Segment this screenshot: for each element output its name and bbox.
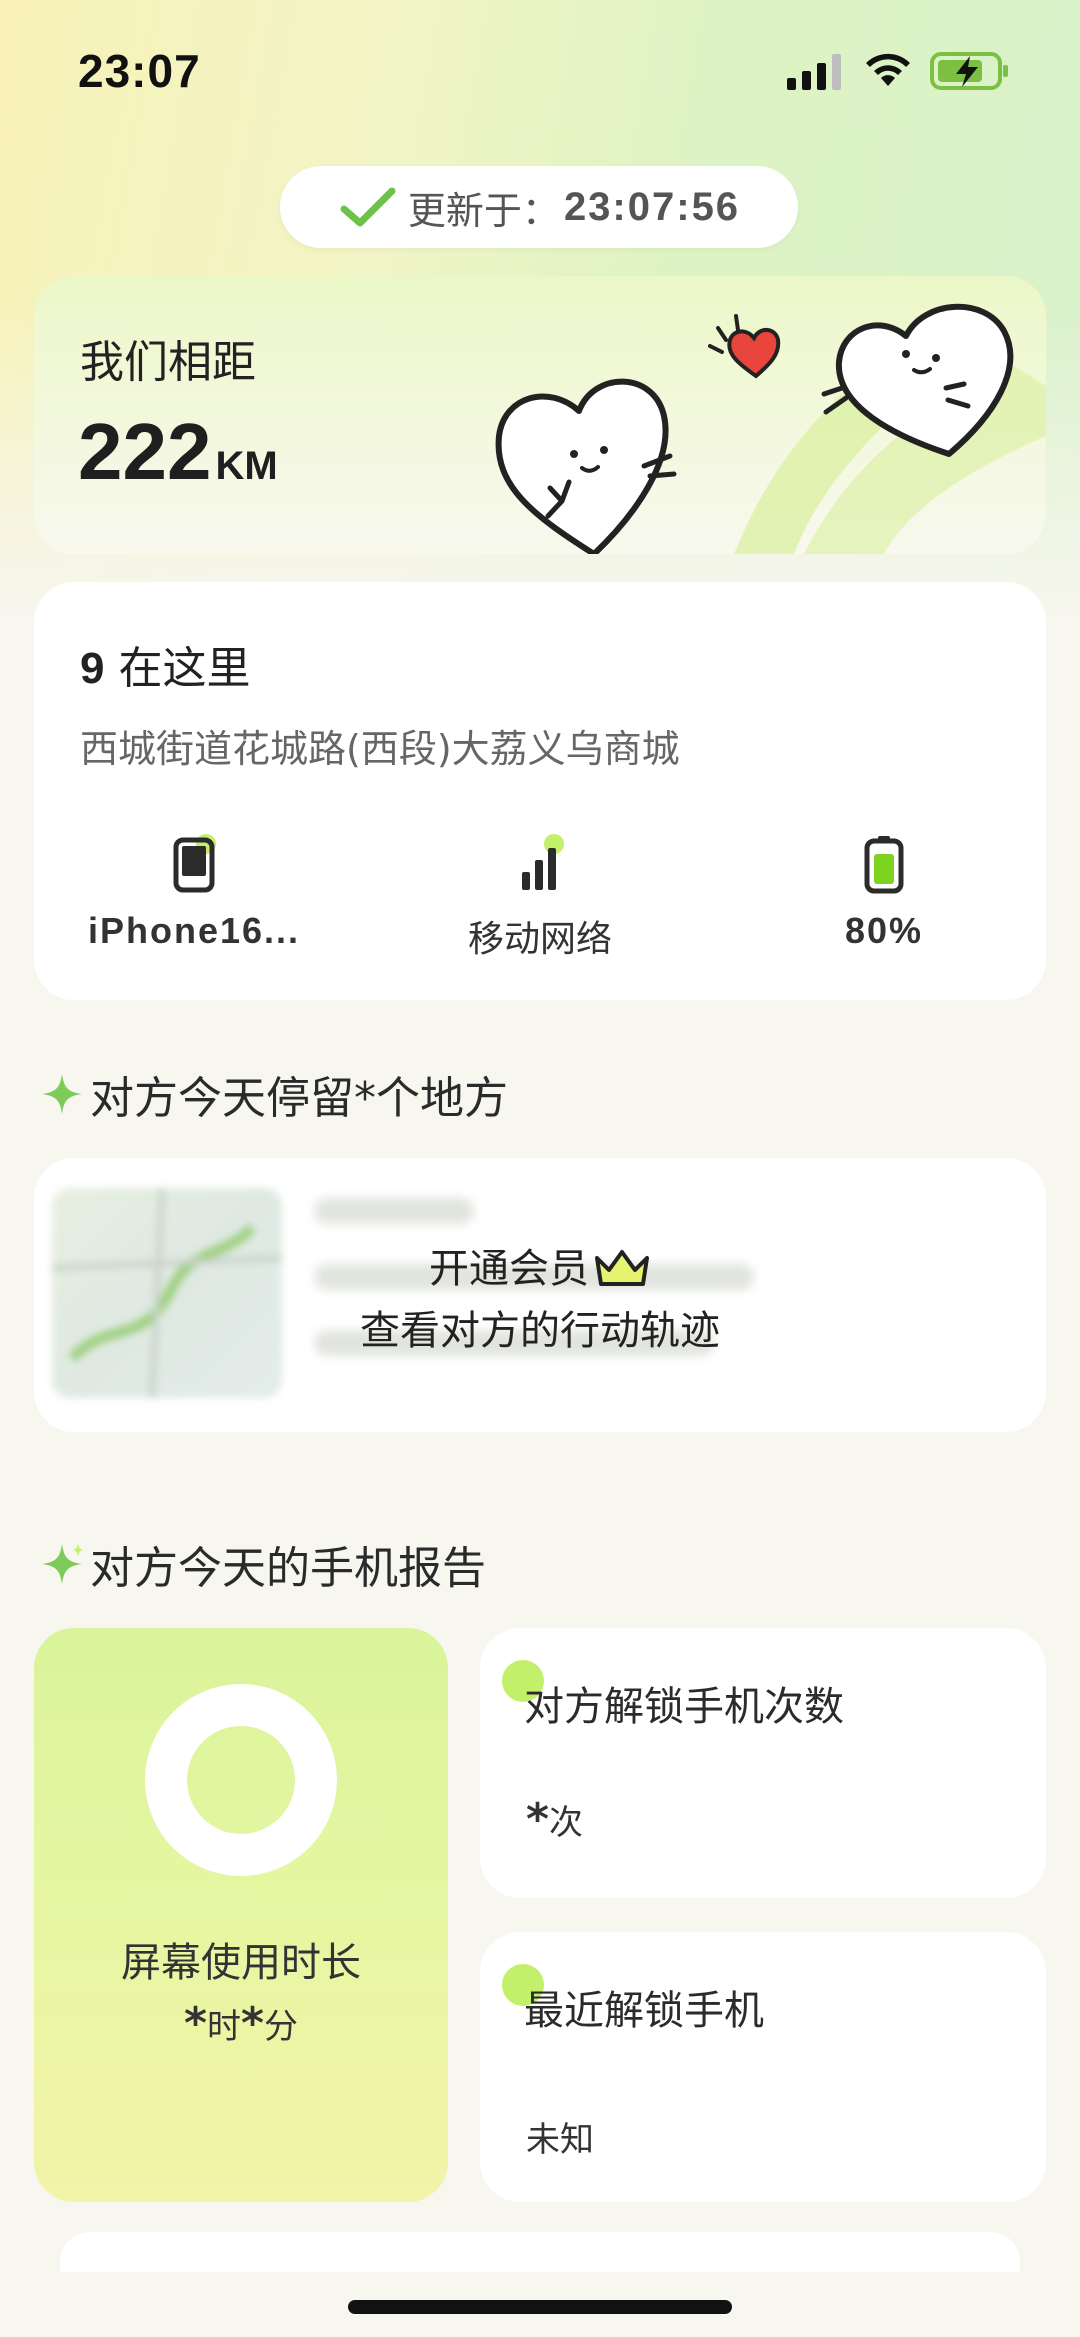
location-title-suffix: 在这里 (104, 643, 251, 694)
device-stat: iPhone16... (44, 832, 344, 952)
distance-card[interactable]: 我们相距 222 KM (34, 276, 1046, 554)
trajectory-card[interactable]: 开通会员 查看对方的行动轨迹 (34, 1158, 1046, 1432)
vip-title: 开通会员 (429, 1246, 589, 1292)
location-title: 9 在这里 (80, 632, 250, 696)
unlock-count-unit: 次 (549, 1803, 584, 1843)
next-card-peek (60, 2232, 1020, 2272)
screen-hours-unit: 时 (207, 2007, 241, 2047)
distance-title: 我们相距 (80, 337, 256, 388)
distance-number: 222 (78, 407, 212, 496)
screen-minutes-unit: 分 (264, 2007, 299, 2047)
vip-line1: 开通会员 (34, 1238, 1046, 1300)
vip-prompt[interactable]: 开通会员 查看对方的行动轨迹 (34, 1238, 1046, 1362)
crown-icon (595, 1250, 649, 1286)
report-section-title: 对方今天的手机报告 (40, 1532, 486, 1596)
home-indicator[interactable] (348, 2300, 732, 2314)
distance-value: 222 KM (78, 406, 278, 498)
device-name: iPhone16... (87, 910, 301, 951)
unlock-count-card[interactable]: 对方解锁手机次数 *次 (480, 1628, 1046, 1898)
update-time-pill: 更新于： 23:07:56 (280, 166, 798, 248)
last-unlock-value: 未知 (526, 2120, 594, 2160)
network-signal-icon (522, 834, 564, 890)
location-address: 西城街道花城路(西段)大荔义乌商城 (80, 727, 680, 771)
location-card[interactable]: 9 在这里 西城街道花城路(西段)大荔义乌商城 iPhone16... 移动网络… (34, 582, 1046, 1000)
unlock-count-value: *次 (526, 1794, 583, 1845)
update-label: 更新于： (407, 188, 560, 233)
check-icon (340, 187, 396, 227)
battery-charging-icon (930, 52, 1008, 90)
sparkle-icon (42, 1544, 83, 1584)
battery-stat: 80% (734, 832, 1034, 952)
vip-line2: 查看对方的行动轨迹 (360, 1308, 720, 1354)
places-section-title: 对方今天停留*个地方 (40, 1062, 508, 1126)
unlock-count-number: * (526, 1794, 550, 1845)
wifi-icon (866, 53, 910, 86)
screen-minutes: * (241, 1998, 265, 2049)
screen-time-value: *时*分 (34, 1998, 448, 2049)
screen-time-card[interactable]: 屏幕使用时长 *时*分 (34, 1628, 448, 2202)
screen-hours: * (183, 1998, 207, 2049)
unlock-count-title: 对方解锁手机次数 (524, 1684, 844, 1730)
report-title-text: 对方今天的手机报告 (90, 1543, 486, 1594)
status-bar: 23:07 (0, 0, 1080, 140)
hearts-illustration (495, 303, 1046, 554)
network-type: 移动网络 (467, 919, 612, 960)
sparkle-icon (42, 1074, 82, 1114)
location-count: 9 (80, 644, 105, 693)
phone-icon (173, 834, 216, 893)
distance-unit: KM (215, 444, 278, 488)
screen-time-label: 屏幕使用时长 (121, 1940, 361, 1986)
last-unlock-title: 最近解锁手机 (524, 1988, 764, 2034)
last-unlock-card[interactable]: 最近解锁手机 未知 (480, 1932, 1046, 2202)
network-stat: 移动网络 (390, 832, 690, 962)
places-title-text: 对方今天停留*个地方 (90, 1073, 508, 1124)
update-time: 23:07:56 (563, 184, 741, 229)
cellular-signal-icon (787, 54, 841, 90)
status-time: 23:07 (78, 45, 201, 97)
battery-level: 80% (844, 910, 924, 951)
battery-level-icon (864, 836, 904, 894)
ring-icon (145, 1684, 337, 1876)
